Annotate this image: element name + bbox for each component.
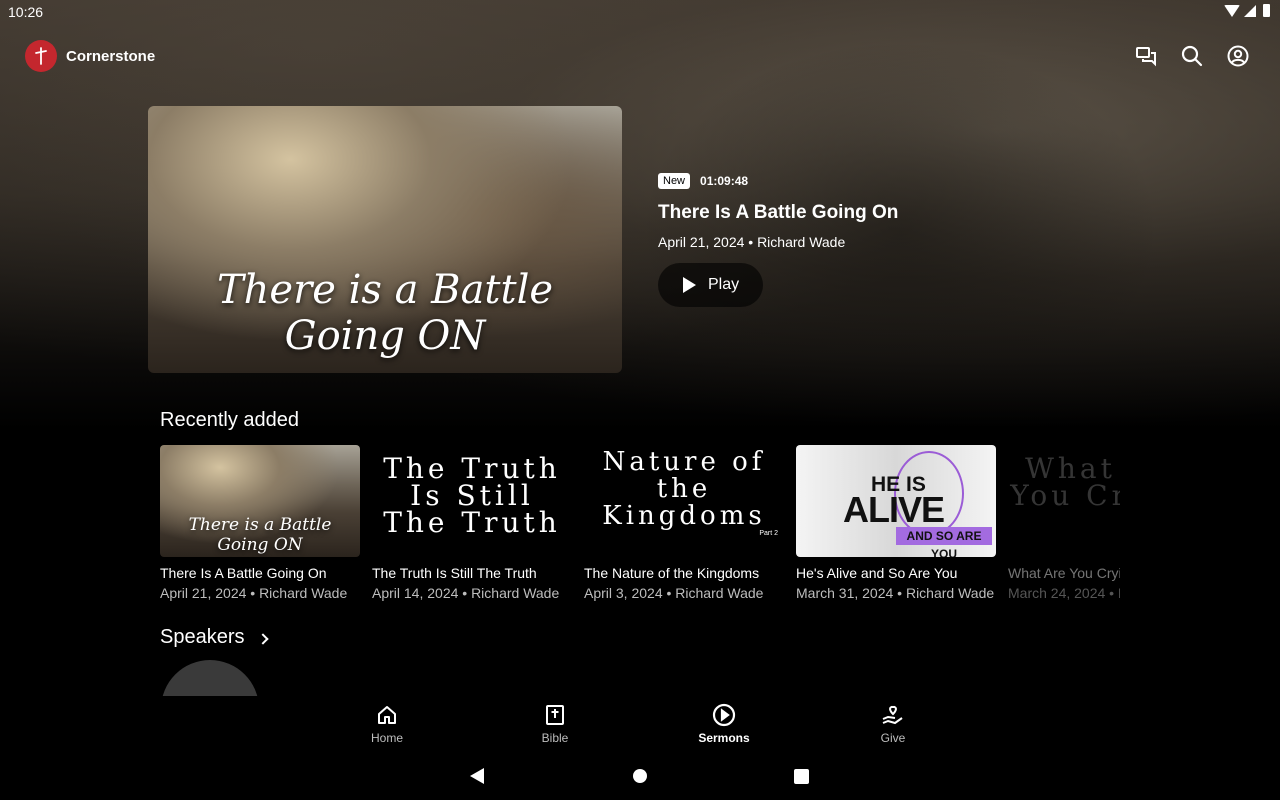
speakers-title: Speakers xyxy=(160,626,245,648)
app-bar: Cornerstone xyxy=(25,40,155,72)
nav-label: Home xyxy=(370,731,403,745)
sermon-subtitle: April 14, 2024 • Richard Wade xyxy=(372,585,560,601)
sermon-card[interactable]: What Are You Crying What Are You Crying … xyxy=(1008,445,1120,601)
sermon-title: What Are You Crying For xyxy=(1008,565,1120,581)
chevron-right-icon xyxy=(256,632,269,645)
hero-info: New 01:09:48 There Is A Battle Going On … xyxy=(658,173,898,250)
sermon-title: There Is A Battle Going On xyxy=(160,565,327,581)
give-icon xyxy=(853,703,933,727)
nav-give[interactable]: Give xyxy=(853,703,933,745)
thumb-text: The Truth Is Still The Truth xyxy=(383,452,561,539)
new-badge: New xyxy=(658,173,691,189)
hero-subtitle: April 21, 2024 • Richard Wade xyxy=(658,234,846,250)
sermon-thumbnail: The Truth Is Still The Truth xyxy=(372,445,572,557)
play-button[interactable]: Play xyxy=(658,263,763,307)
play-circle-icon xyxy=(684,703,764,727)
nav-label: Give xyxy=(880,731,906,745)
recently-added-title: Recently added xyxy=(160,409,299,431)
bottom-navigation: Home Bible Sermons Give xyxy=(300,703,980,749)
sermon-subtitle: April 3, 2024 • Richard Wade xyxy=(584,585,764,601)
status-icons xyxy=(1224,4,1270,17)
hero-duration: 01:09:48 xyxy=(700,174,749,188)
hero-thumb-text: There is a Battle Going ON xyxy=(216,267,554,359)
home-button-icon[interactable] xyxy=(633,769,647,783)
thumb-small-text: Part 2 xyxy=(759,530,778,537)
speakers-header[interactable]: Speakers xyxy=(160,626,269,649)
search-icon[interactable] xyxy=(1180,44,1204,68)
thumb-text: Nature of the Kingdoms xyxy=(602,447,766,531)
sermon-subtitle: March 31, 2024 • Richard Wade xyxy=(796,585,995,601)
thumb-text: What Are You Crying xyxy=(1010,452,1120,512)
status-bar: 10:26 xyxy=(0,0,1280,24)
play-label: Play xyxy=(708,276,740,293)
nav-bible[interactable]: Bible xyxy=(515,703,595,745)
thumb-text: There is a Battle Going ON xyxy=(188,515,332,555)
play-icon xyxy=(683,277,696,293)
church-logo-icon xyxy=(25,40,57,72)
sermon-card[interactable]: There is a Battle Going ON There Is A Ba… xyxy=(160,445,360,601)
nav-sermons[interactable]: Sermons xyxy=(684,703,764,745)
sermon-title: The Truth Is Still The Truth xyxy=(372,565,537,581)
sermon-subtitle: April 21, 2024 • Richard Wade xyxy=(160,585,348,601)
sermon-title: He's Alive and So Are You xyxy=(796,565,958,581)
sermon-card[interactable]: HE IS ALIVE AND SO ARE YOU He's Alive an… xyxy=(796,445,996,601)
battery-icon xyxy=(1263,4,1270,17)
account-icon[interactable] xyxy=(1226,44,1250,68)
nav-label: Sermons xyxy=(698,731,750,745)
system-navigation xyxy=(0,760,1280,800)
sermon-title: The Nature of the Kingdoms xyxy=(584,565,760,581)
recently-added-list: There is a Battle Going ON There Is A Ba… xyxy=(160,445,1120,605)
sermon-thumbnail: What Are You Crying xyxy=(1008,445,1120,557)
thumb-bar-text: AND SO ARE YOU xyxy=(896,527,992,557)
app-title: Cornerstone xyxy=(66,47,156,65)
hero-meta: New 01:09:48 xyxy=(658,173,898,189)
bible-icon xyxy=(515,703,595,727)
sermon-subtitle: March 24, 2024 • Richard Wade xyxy=(1008,585,1120,601)
sermon-thumbnail: There is a Battle Going ON xyxy=(160,445,360,557)
sermon-thumbnail: HE IS ALIVE AND SO ARE YOU xyxy=(796,445,996,557)
status-time: 10:26 xyxy=(8,4,44,20)
sermon-card[interactable]: The Truth Is Still The Truth The Truth I… xyxy=(372,445,572,601)
chat-icon[interactable] xyxy=(1134,44,1158,68)
thumb-big-text: ALIVE xyxy=(843,489,945,530)
hero-thumbnail[interactable]: There is a Battle Going ON xyxy=(148,106,622,373)
wifi-icon xyxy=(1224,4,1240,17)
sermon-card[interactable]: Nature of the Kingdoms Part 2 The Nature… xyxy=(584,445,784,601)
nav-label: Bible xyxy=(541,731,569,745)
home-icon xyxy=(347,703,427,727)
sermon-thumbnail: Nature of the Kingdoms Part 2 xyxy=(584,445,784,557)
signal-icon xyxy=(1244,4,1256,17)
nav-home[interactable]: Home xyxy=(347,703,427,745)
recents-icon[interactable] xyxy=(794,769,809,784)
hero-title: There Is A Battle Going On xyxy=(658,202,899,223)
top-actions xyxy=(1134,44,1250,68)
back-icon[interactable] xyxy=(470,768,484,784)
